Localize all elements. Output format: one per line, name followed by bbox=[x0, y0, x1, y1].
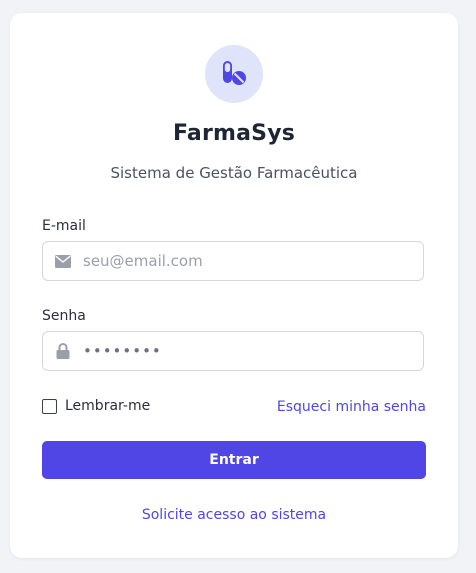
remember-checkbox[interactable] bbox=[42, 398, 57, 414]
app-tagline: Sistema de Gestão Farmacêutica bbox=[110, 164, 358, 182]
app-title: FarmaSys bbox=[172, 121, 296, 146]
remember-me[interactable]: Lembrar-me bbox=[42, 398, 150, 414]
forgot-password-link[interactable]: Esqueci minha senha bbox=[277, 399, 426, 415]
login-button[interactable]: Entrar bbox=[42, 441, 426, 479]
email-input[interactable] bbox=[83, 252, 403, 270]
request-access-link[interactable]: Solicite acesso ao sistema bbox=[10, 507, 458, 523]
email-label: E-mail bbox=[42, 218, 86, 234]
login-card: FarmaSys Sistema de Gestão Farmacêutica … bbox=[10, 13, 458, 558]
lock-icon bbox=[55, 343, 71, 359]
envelope-icon bbox=[55, 253, 71, 269]
logo-badge bbox=[205, 45, 263, 103]
password-input[interactable] bbox=[83, 342, 403, 360]
remember-label: Lembrar-me bbox=[65, 398, 151, 414]
email-field[interactable] bbox=[42, 241, 424, 281]
password-field[interactable] bbox=[42, 331, 424, 371]
password-label: Senha bbox=[42, 308, 86, 324]
pills-icon bbox=[223, 61, 246, 85]
